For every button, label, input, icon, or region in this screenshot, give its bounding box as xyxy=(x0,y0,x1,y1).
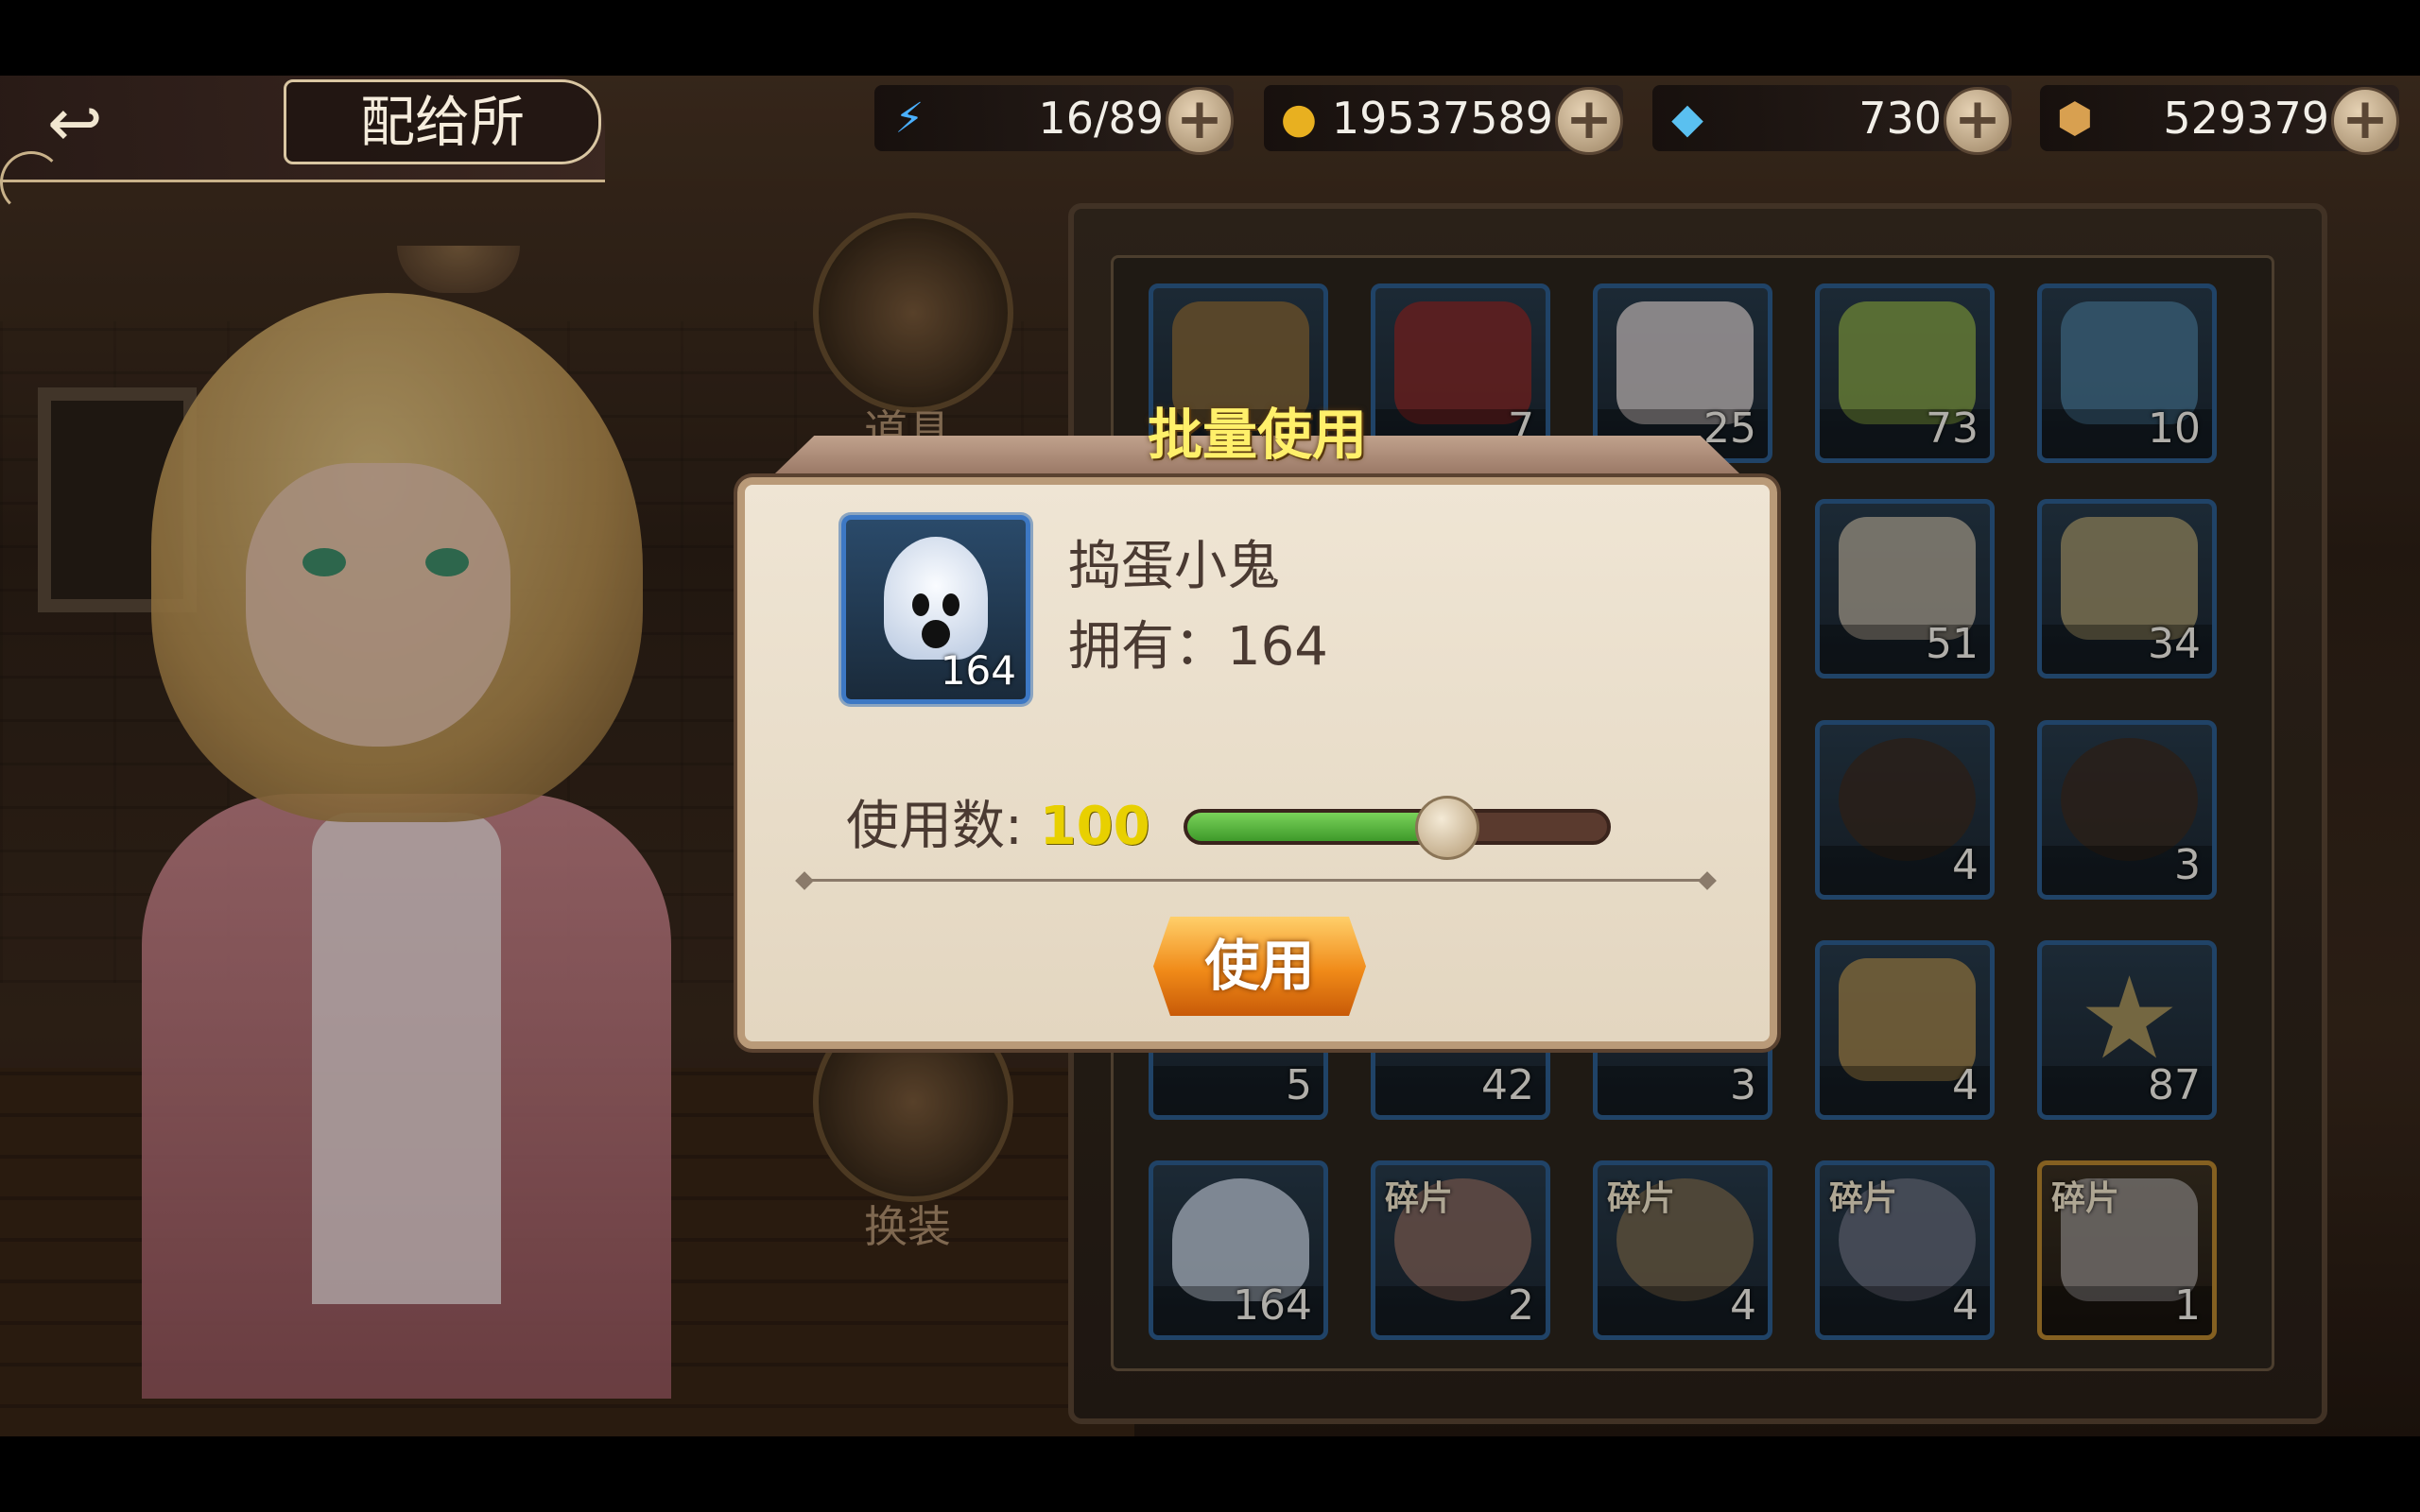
crystal-icon: ◆ xyxy=(1671,94,1703,143)
resource-stamina: ⚡ 16/89 + xyxy=(874,85,1234,155)
use-count-value: 100 xyxy=(1039,796,1150,857)
divider xyxy=(804,879,1706,882)
resource-value: 19537589 xyxy=(1331,93,1553,144)
use-count-row: 使用数: 100 xyxy=(846,789,1150,865)
resource-token: ⬢ 529379 + xyxy=(2040,85,2399,155)
item-name: 捣蛋小鬼 xyxy=(1068,536,1280,597)
title-tag: 配给所 xyxy=(284,79,601,164)
ghost-icon xyxy=(884,537,988,660)
add-stamina-button[interactable]: + xyxy=(1166,87,1234,155)
add-crystal-button[interactable]: + xyxy=(1944,87,2012,155)
resource-gold: ● 19537589 + xyxy=(1264,85,1623,155)
hexagon-token-icon: ⬢ xyxy=(2056,94,2094,143)
dialog-title: 批量使用 xyxy=(1147,403,1367,467)
use-button[interactable]: 使用 xyxy=(1153,917,1366,1016)
use-count-label: 使用数: xyxy=(846,796,1023,857)
ghost-mouth xyxy=(922,620,950,648)
ghost-eye-left xyxy=(912,593,929,616)
lightning-icon: ⚡ xyxy=(894,94,925,143)
page-title: 配给所 xyxy=(359,90,525,154)
resource-value: 529379 xyxy=(2163,93,2329,144)
back-button[interactable]: ↩ xyxy=(38,85,180,161)
use-count-slider[interactable] xyxy=(1184,809,1611,845)
item-preview: 164 xyxy=(841,515,1030,704)
letterbox-bottom xyxy=(0,1436,2420,1512)
slider-thumb[interactable] xyxy=(1414,796,1479,860)
gold-coin-icon: ● xyxy=(1280,94,1318,143)
back-arrow-icon: ↩ xyxy=(47,84,103,162)
slider-fill xyxy=(1187,813,1443,841)
item-owned: 拥有：164 xyxy=(1068,616,1328,678)
resource-value: 16/89 xyxy=(1038,93,1164,144)
add-gold-button[interactable]: + xyxy=(1555,87,1623,155)
ghost-eye-right xyxy=(942,593,959,616)
resource-crystal: ◆ 730 + xyxy=(1652,85,2012,155)
item-count: 164 xyxy=(940,647,1016,694)
add-token-button[interactable]: + xyxy=(2331,87,2399,155)
resource-value: 730 xyxy=(1858,93,1942,144)
